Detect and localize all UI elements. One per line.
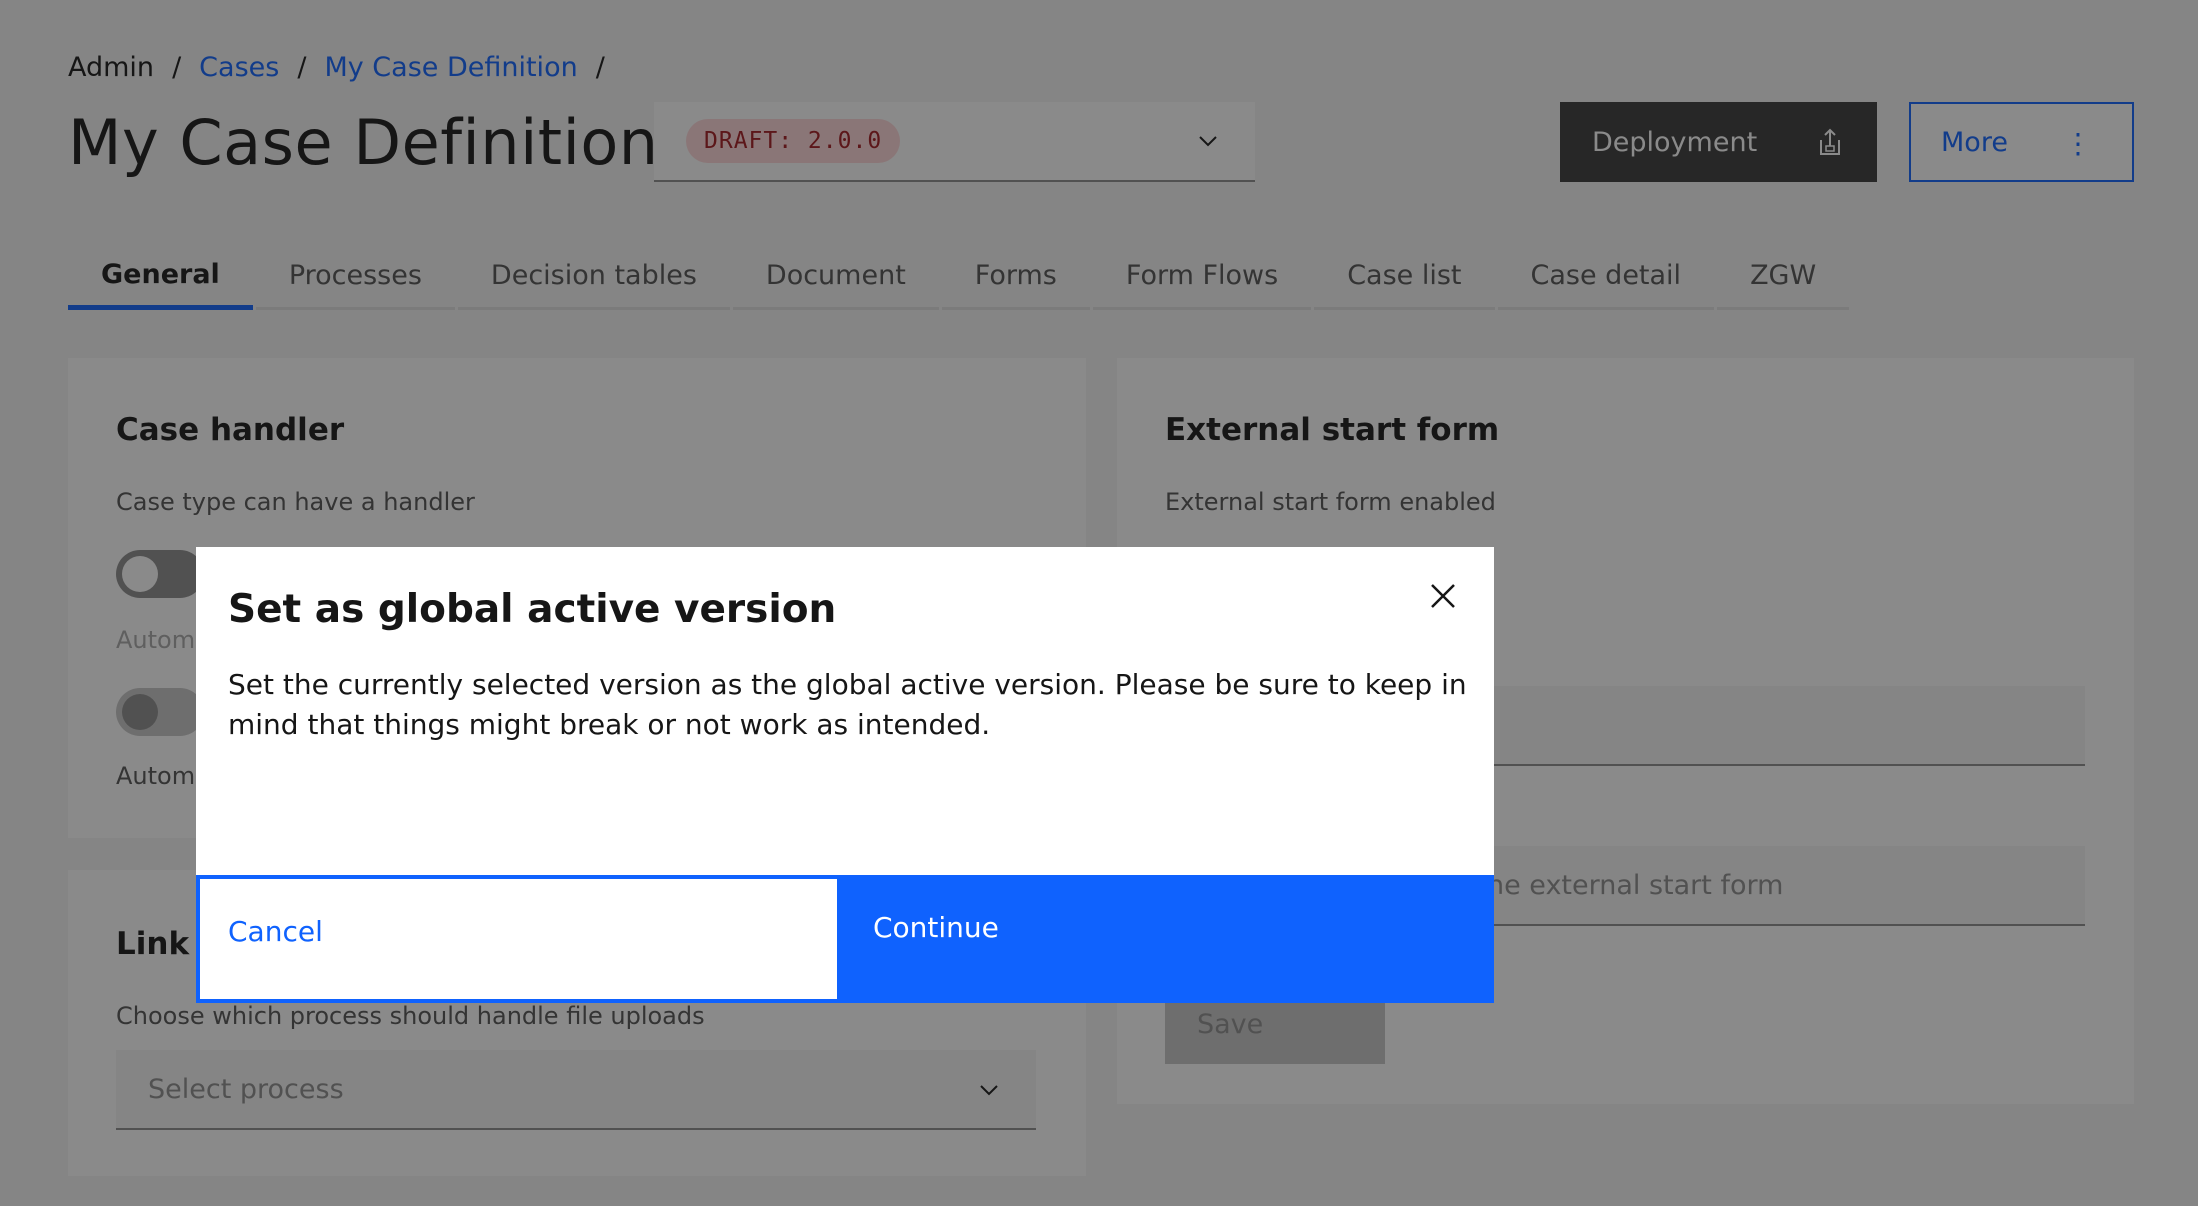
continue-button[interactable]: Continue xyxy=(841,875,1494,1003)
modal-body: Set the currently selected version as th… xyxy=(228,668,1467,741)
modal-footer: Cancel Continue xyxy=(196,875,1494,1003)
cancel-button-label: Cancel xyxy=(228,915,323,948)
close-icon[interactable] xyxy=(1426,579,1460,613)
continue-button-label: Continue xyxy=(873,911,999,944)
set-global-active-version-modal: Set as global active version Set the cur… xyxy=(196,547,1494,1003)
case-definition-page: Admin / Cases / My Case Definition / My … xyxy=(0,0,2198,1206)
cancel-button[interactable]: Cancel xyxy=(196,875,841,1003)
modal-title: Set as global active version xyxy=(228,587,837,632)
